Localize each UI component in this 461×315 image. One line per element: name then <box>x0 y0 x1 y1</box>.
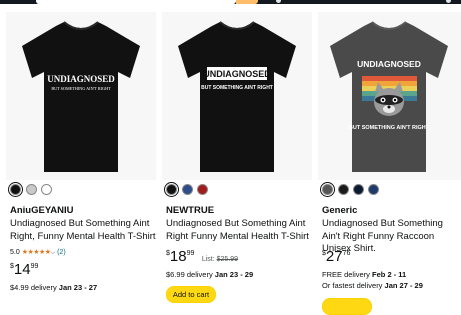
shirt-print-subtext: BUT SOMETHING AIN'T RIGHT <box>51 86 111 91</box>
delivery-info: FREE delivery Feb 2 - 11 <box>322 270 406 279</box>
product-title-link[interactable]: Undiagnosed But Something Aint Right, Fu… <box>10 218 158 243</box>
shirt-print-text: UNDIAGNOSED <box>47 74 115 84</box>
color-swatch[interactable] <box>41 184 52 195</box>
product-card: UNDIAGNOSED BUT SOMETHING AINT RIGHT NEW… <box>162 4 318 303</box>
delivery-cost: $6.99 delivery <box>166 270 213 279</box>
brand-name: Generic <box>322 205 358 216</box>
price-fraction: 99 <box>30 263 39 270</box>
price[interactable]: $2776 <box>322 248 350 266</box>
color-swatch[interactable] <box>197 184 208 195</box>
rating-count-link[interactable]: (2) <box>57 249 66 256</box>
price[interactable]: $1499 <box>10 261 38 279</box>
chevron-down-icon[interactable]: ⌵ <box>51 250 56 256</box>
product-card: UNDIAGNOSED BUT SOMETHING AIN'T RIGHT An… <box>6 4 162 300</box>
add-to-cart-button[interactable]: Add to cart <box>166 286 216 303</box>
rating-value: 5.0 <box>10 249 20 256</box>
list-price: List: $25.99 <box>202 256 238 263</box>
nav-icon[interactable] <box>276 0 281 3</box>
fastest-delivery-date: Jan 27 - 29 <box>384 281 423 290</box>
tshirt-image: UNDIAGNOSED BUT SOMETHING AIN'T RIGHT <box>330 21 448 172</box>
list-price-value: $25.99 <box>216 256 239 263</box>
color-swatch[interactable] <box>338 184 349 195</box>
price-symbol: $ <box>166 250 170 257</box>
star-rating-icon[interactable]: ★★★★★ <box>22 249 51 256</box>
price-whole: 14 <box>13 261 31 278</box>
price-symbol: $ <box>10 263 14 270</box>
color-swatch[interactable] <box>368 184 379 195</box>
price-fraction: 76 <box>342 250 351 257</box>
product-image[interactable]: UNDIAGNOSED BUT SOMETHING AIN'T RIGHT <box>318 12 461 180</box>
fastest-delivery-label: Or fastest delivery <box>322 281 383 290</box>
cart-icon[interactable] <box>446 0 451 3</box>
color-swatch[interactable] <box>320 182 335 197</box>
shirt-print-subtext: BUT SOMETHING AIN'T RIGHT <box>349 125 430 131</box>
delivery-date: Jan 23 - 27 <box>58 283 98 292</box>
product-image[interactable]: UNDIAGNOSED BUT SOMETHING AIN'T RIGHT <box>6 12 156 180</box>
color-swatch[interactable] <box>8 182 23 197</box>
price-whole: 27 <box>325 248 343 265</box>
price-fraction: 99 <box>186 250 195 257</box>
tshirt-image: UNDIAGNOSED BUT SOMETHING AIN'T RIGHT <box>22 21 140 172</box>
color-swatch[interactable] <box>26 184 37 195</box>
product-title-link[interactable]: Undiagnosed But Something Aint Right Fun… <box>166 218 314 243</box>
price-whole: 18 <box>169 248 187 265</box>
price-symbol: $ <box>322 250 326 257</box>
shirt-print-text: UNDIAGNOSED <box>357 59 421 69</box>
color-swatch[interactable] <box>353 184 364 195</box>
product-image[interactable]: UNDIAGNOSED BUT SOMETHING AINT RIGHT <box>162 12 312 180</box>
rating[interactable]: 5.0 ★★★★★⌵ (2) <box>10 248 66 257</box>
delivery-info: $4.99 delivery Jan 23 - 27 <box>10 283 97 292</box>
list-price-label: List: <box>201 256 215 263</box>
product-card: UNDIAGNOSED BUT SOMETHING AIN'T RIGHT Ge… <box>318 4 461 315</box>
shirt-print-subtext: BUT SOMETHING AINT RIGHT <box>201 85 273 91</box>
delivery-info: $6.99 delivery Jan 23 - 29 <box>166 270 253 279</box>
fastest-delivery-info: Or fastest delivery Jan 27 - 29 <box>322 281 423 290</box>
brand-name: AniuGEYANIU <box>10 205 74 216</box>
delivery-cost: FREE delivery <box>322 270 370 279</box>
tshirt-image: UNDIAGNOSED BUT SOMETHING AINT RIGHT <box>178 21 296 172</box>
price[interactable]: $1899 List: $25.99 <box>166 248 238 266</box>
delivery-cost: $4.99 delivery <box>10 283 57 292</box>
color-swatch[interactable] <box>164 182 179 197</box>
add-to-cart-button[interactable] <box>322 298 372 315</box>
shirt-print-text: UNDIAGNOSED <box>203 69 271 79</box>
delivery-date: Jan 23 - 29 <box>214 270 254 279</box>
brand-name: NEWTRUE <box>166 205 215 216</box>
color-swatch[interactable] <box>182 184 193 195</box>
delivery-date: Feb 2 - 11 <box>372 270 407 279</box>
